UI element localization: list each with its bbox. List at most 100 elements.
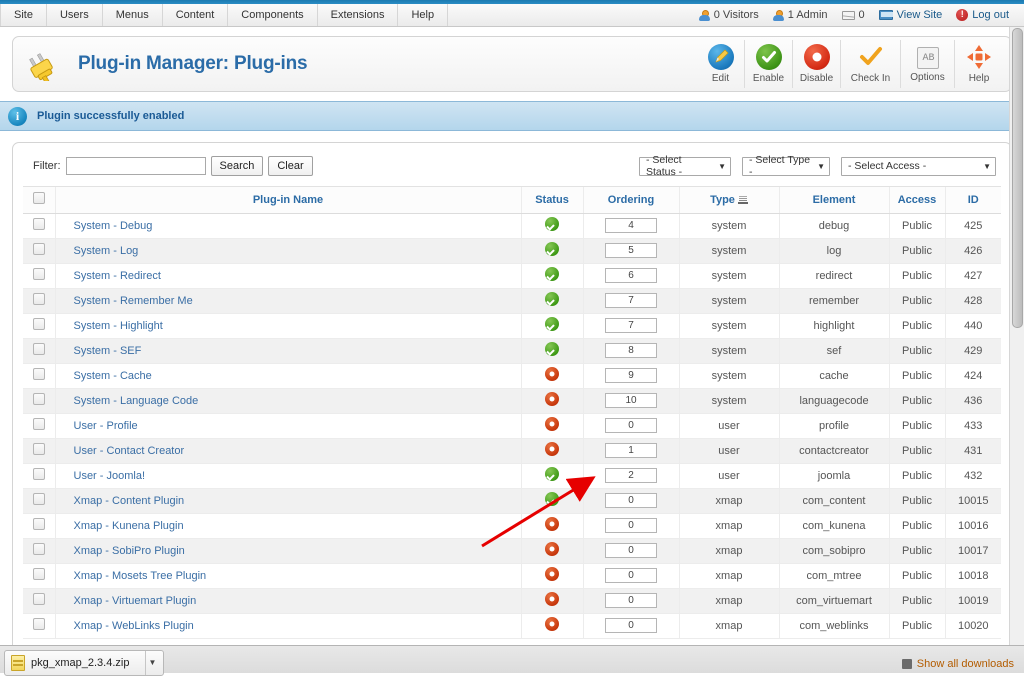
header-element[interactable]: Element (779, 187, 889, 213)
row-checkbox-cell[interactable] (23, 313, 55, 338)
plugin-name-link[interactable]: System - Remember Me (74, 295, 193, 307)
cell-plugin-name[interactable]: Xmap - Content Plugin (55, 488, 521, 513)
row-checkbox[interactable] (33, 568, 45, 580)
cell-plugin-name[interactable]: User - Contact Creator (55, 438, 521, 463)
clear-button[interactable]: Clear (268, 156, 312, 176)
row-checkbox[interactable] (33, 593, 45, 605)
row-checkbox[interactable] (33, 218, 45, 230)
admins-status[interactable]: 1 Admin (766, 9, 835, 21)
cell-ordering[interactable]: 0 (583, 563, 679, 588)
status-enabled-icon[interactable] (545, 217, 559, 231)
row-checkbox-cell[interactable] (23, 488, 55, 513)
status-disabled-icon[interactable] (545, 617, 559, 631)
status-enabled-icon[interactable] (545, 467, 559, 481)
plugin-name-link[interactable]: System - SEF (74, 345, 142, 357)
menu-item-menus[interactable]: Menus (103, 4, 163, 26)
row-checkbox[interactable] (33, 518, 45, 530)
messages-status[interactable]: 0 (835, 9, 872, 21)
toolbar-checkin-button[interactable]: Check In (841, 40, 901, 88)
cell-ordering[interactable]: 10 (583, 388, 679, 413)
toolbar-options-button[interactable]: Options (901, 40, 955, 88)
row-checkbox-cell[interactable] (23, 513, 55, 538)
cell-plugin-name[interactable]: System - Log (55, 238, 521, 263)
header-status[interactable]: Status (521, 187, 583, 213)
row-checkbox-cell[interactable] (23, 563, 55, 588)
toolbar-enable-button[interactable]: Enable (745, 40, 793, 88)
status-disabled-icon[interactable] (545, 392, 559, 406)
cell-status[interactable] (521, 263, 583, 288)
cell-ordering[interactable]: 0 (583, 538, 679, 563)
download-item-menu-icon[interactable]: ▼ (145, 651, 159, 675)
status-enabled-icon[interactable] (545, 492, 559, 506)
cell-status[interactable] (521, 488, 583, 513)
row-checkbox-cell[interactable] (23, 288, 55, 313)
show-all-downloads-group[interactable]: Show all downloads (902, 658, 1014, 670)
cell-plugin-name[interactable]: Xmap - Virtuemart Plugin (55, 588, 521, 613)
cell-status[interactable] (521, 588, 583, 613)
plugin-name-link[interactable]: Xmap - Mosets Tree Plugin (74, 570, 207, 582)
cell-ordering[interactable]: 0 (583, 613, 679, 638)
row-checkbox[interactable] (33, 618, 45, 630)
ordering-input[interactable]: 4 (605, 218, 657, 233)
menu-item-users[interactable]: Users (47, 4, 103, 26)
ordering-input[interactable]: 7 (605, 293, 657, 308)
page-scrollbar[interactable] (1009, 27, 1024, 646)
ordering-input[interactable]: 10 (605, 393, 657, 408)
status-disabled-icon[interactable] (545, 367, 559, 381)
header-type[interactable]: Type (679, 187, 779, 213)
toolbar-help-button[interactable]: Help (955, 40, 1003, 88)
row-checkbox-cell[interactable] (23, 263, 55, 288)
header-ordering[interactable]: Ordering (583, 187, 679, 213)
header-access[interactable]: Access (889, 187, 945, 213)
cell-plugin-name[interactable]: System - Cache (55, 363, 521, 388)
row-checkbox-cell[interactable] (23, 538, 55, 563)
header-plugin-name[interactable]: Plug-in Name (55, 187, 521, 213)
plugin-name-link[interactable]: Xmap - WebLinks Plugin (74, 620, 194, 632)
row-checkbox[interactable] (33, 293, 45, 305)
search-input[interactable] (66, 157, 206, 175)
menu-item-extensions[interactable]: Extensions (318, 4, 399, 26)
row-checkbox-cell[interactable] (23, 363, 55, 388)
row-checkbox-cell[interactable] (23, 238, 55, 263)
cell-plugin-name[interactable]: System - Debug (55, 213, 521, 238)
header-id[interactable]: ID (945, 187, 1001, 213)
status-disabled-icon[interactable] (545, 517, 559, 531)
ordering-input[interactable]: 0 (605, 518, 657, 533)
plugin-name-link[interactable]: System - Cache (74, 370, 152, 382)
cell-status[interactable] (521, 363, 583, 388)
cell-ordering[interactable]: 6 (583, 263, 679, 288)
status-enabled-icon[interactable] (545, 267, 559, 281)
cell-status[interactable] (521, 563, 583, 588)
status-enabled-icon[interactable] (545, 342, 559, 356)
row-checkbox-cell[interactable] (23, 438, 55, 463)
cell-status[interactable] (521, 438, 583, 463)
plugin-name-link[interactable]: User - Contact Creator (74, 445, 185, 457)
menu-item-components[interactable]: Components (228, 4, 317, 26)
cell-ordering[interactable]: 9 (583, 363, 679, 388)
select-all-header[interactable] (23, 187, 55, 213)
ordering-input[interactable]: 0 (605, 493, 657, 508)
row-checkbox-cell[interactable] (23, 413, 55, 438)
cell-status[interactable] (521, 538, 583, 563)
cell-ordering[interactable]: 7 (583, 288, 679, 313)
row-checkbox[interactable] (33, 318, 45, 330)
status-disabled-icon[interactable] (545, 542, 559, 556)
plugin-name-link[interactable]: User - Profile (74, 420, 138, 432)
cell-ordering[interactable]: 2 (583, 463, 679, 488)
plugin-name-link[interactable]: System - Highlight (74, 320, 163, 332)
ordering-input[interactable]: 0 (605, 593, 657, 608)
plugin-name-link[interactable]: Xmap - Virtuemart Plugin (74, 595, 197, 607)
cell-status[interactable] (521, 313, 583, 338)
status-disabled-icon[interactable] (545, 567, 559, 581)
cell-ordering[interactable]: 1 (583, 438, 679, 463)
cell-plugin-name[interactable]: User - Joomla! (55, 463, 521, 488)
row-checkbox-cell[interactable] (23, 463, 55, 488)
row-checkbox[interactable] (33, 243, 45, 255)
row-checkbox[interactable] (33, 368, 45, 380)
visitors-status[interactable]: 0 Visitors (692, 9, 766, 21)
status-enabled-icon[interactable] (545, 317, 559, 331)
select-status-dropdown[interactable]: - Select Status - ▼ (639, 157, 731, 176)
row-checkbox-cell[interactable] (23, 338, 55, 363)
cell-status[interactable] (521, 513, 583, 538)
ordering-input[interactable]: 0 (605, 568, 657, 583)
